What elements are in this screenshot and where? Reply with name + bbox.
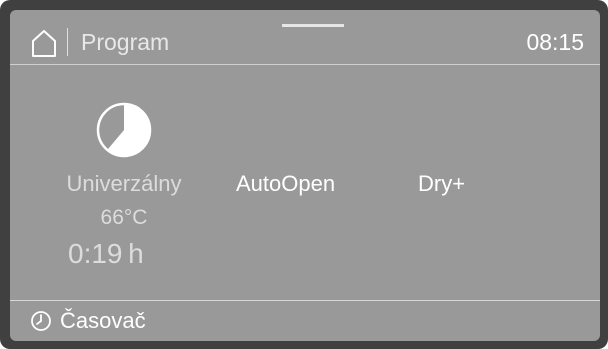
program-button[interactable] (94, 100, 154, 160)
program-temperature: 66°C (100, 206, 148, 229)
footer-divider (10, 300, 600, 301)
header-bar (10, 24, 600, 65)
timer-label: Časovač (60, 308, 146, 333)
program-duration: 0:19 h (68, 238, 144, 269)
program-name[interactable]: Univerzálny (38, 171, 210, 197)
device-display-frame: Program 08:15 Univerzálny 66°C 0:19 h Au… (0, 0, 608, 349)
pie-chart-icon (96, 102, 152, 158)
option-autoopen[interactable]: AutoOpen (236, 171, 335, 197)
clock-icon (31, 311, 51, 331)
display-screen: Program 08:15 Univerzálny 66°C 0:19 h Au… (10, 10, 600, 341)
timer-button[interactable]: Časovač (30, 307, 146, 335)
option-dry-plus[interactable]: Dry+ (418, 171, 465, 197)
